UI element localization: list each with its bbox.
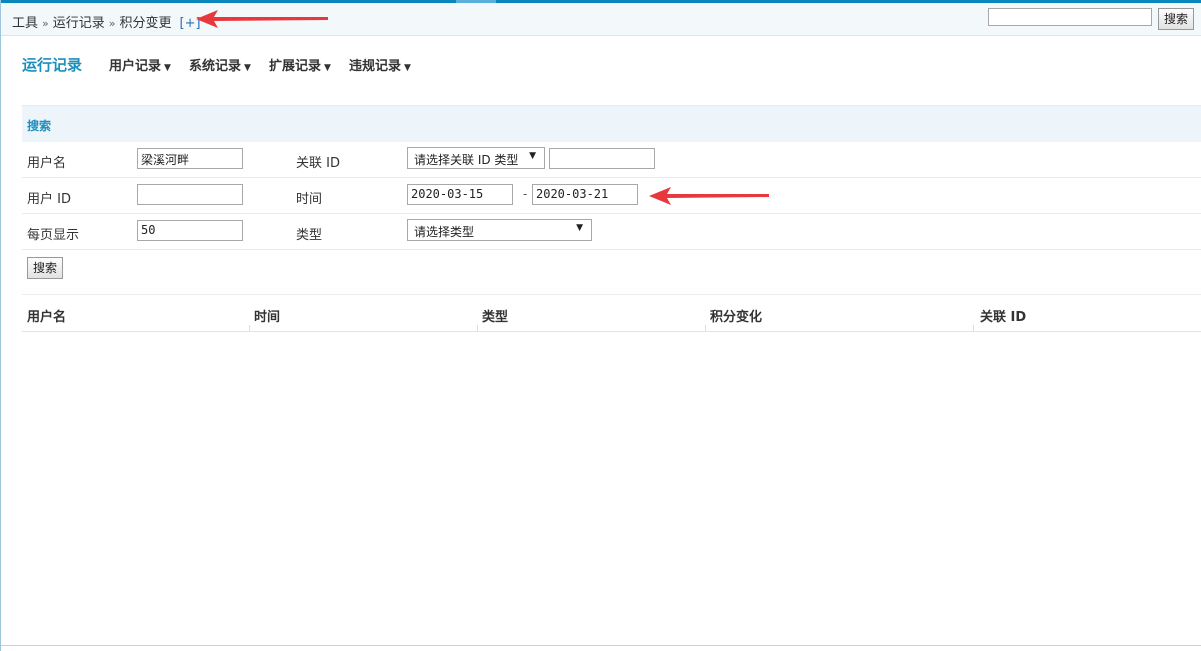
chevron-down-icon: ▼ [529,151,536,161]
column-header-type[interactable]: 类型 [482,306,508,325]
search-submit-button[interactable]: 搜索 [27,257,63,279]
chevron-down-icon: ▼ [576,223,583,233]
nav-item-user-log[interactable]: 用户记录 ▼ [109,55,171,74]
nav-item-label: 违规记录 [349,59,402,74]
chevron-down-icon: ▼ [404,63,411,73]
column-divider [477,325,478,331]
user-id-input[interactable] [137,184,243,205]
search-row-username: 用户名 梁溪河畔 关联 ID 请选择关联 ID 类型 ▼ [22,141,1201,178]
nav-item-label: 系统记录 [189,59,242,74]
nav-item-label: 扩展记录 [269,59,322,74]
search-panel-header: 搜索 [22,105,1201,142]
header-bar: 工具» 运行记录» 积分变更 [+] 搜索 [1,3,1201,36]
per-page-input[interactable]: 50 [137,220,243,241]
chevron-down-icon: ▼ [324,63,331,73]
nav-item-label: 用户记录 [109,59,162,74]
red-arrow-icon [649,187,769,205]
breadcrumb-item-tools[interactable]: 工具 [12,16,38,31]
search-row-user-id: 用户 ID 时间 2020-03-15 - 2020-03-21 [22,177,1201,214]
date-to-input[interactable]: 2020-03-21 [532,184,638,205]
column-header-time[interactable]: 时间 [254,306,280,325]
column-divider [973,325,974,331]
table-header: 用户名 时间 类型 积分变化 关联 ID [22,294,1201,332]
username-label: 用户名 [27,156,67,171]
nav-item-violation-log[interactable]: 违规记录 ▼ [349,55,411,74]
breadcrumb: 工具» 运行记录» 积分变更 [+] [12,12,201,31]
search-row-per-page: 每页显示 50 类型 请选择类型 ▼ [22,213,1201,250]
related-id-label: 关联 ID [296,156,340,171]
nav-title: 运行记录 [22,56,83,74]
nav-item-extension-log[interactable]: 扩展记录 ▼ [269,55,331,74]
date-from-input[interactable]: 2020-03-15 [407,184,513,205]
nav-item-system-log[interactable]: 系统记录 ▼ [189,55,251,74]
column-divider [249,325,250,331]
username-input[interactable]: 梁溪河畔 [137,148,243,169]
header-search-button[interactable]: 搜索 [1158,8,1194,30]
column-header-username[interactable]: 用户名 [27,306,66,325]
search-panel-title: 搜索 [27,119,52,133]
breadcrumb-item-run-log[interactable]: 运行记录 [53,16,105,31]
per-page-label: 每页显示 [27,228,80,243]
column-header-points-change[interactable]: 积分变化 [710,306,762,325]
column-divider [705,325,706,331]
breadcrumb-separator: » [42,17,49,30]
bottom-border [1,645,1201,646]
user-id-label: 用户 ID [27,192,71,207]
related-id-type-select[interactable]: 请选择关联 ID 类型 ▼ [407,147,545,169]
type-select-value: 请选择类型 [414,225,475,239]
time-label: 时间 [296,192,323,207]
type-label: 类型 [296,228,323,243]
header-search-input[interactable] [988,8,1152,26]
date-range-separator: - [523,187,528,201]
breadcrumb-separator: » [108,17,116,30]
related-id-input[interactable] [549,148,655,169]
red-arrow-icon [196,10,328,28]
column-header-related-id[interactable]: 关联 ID [980,306,1026,325]
app-window: 工具» 运行记录» 积分变更 [+] 搜索 运行记录 用户记录 ▼ 系统记录 ▼ 扩展记录… [0,0,1201,651]
type-select[interactable]: 请选择类型 ▼ [407,219,592,241]
chevron-down-icon: ▼ [244,63,251,73]
related-id-type-value: 请选择关联 ID 类型 [414,153,519,167]
breadcrumb-item-points-change: 积分变更 [119,16,172,31]
chevron-down-icon: ▼ [164,63,171,73]
